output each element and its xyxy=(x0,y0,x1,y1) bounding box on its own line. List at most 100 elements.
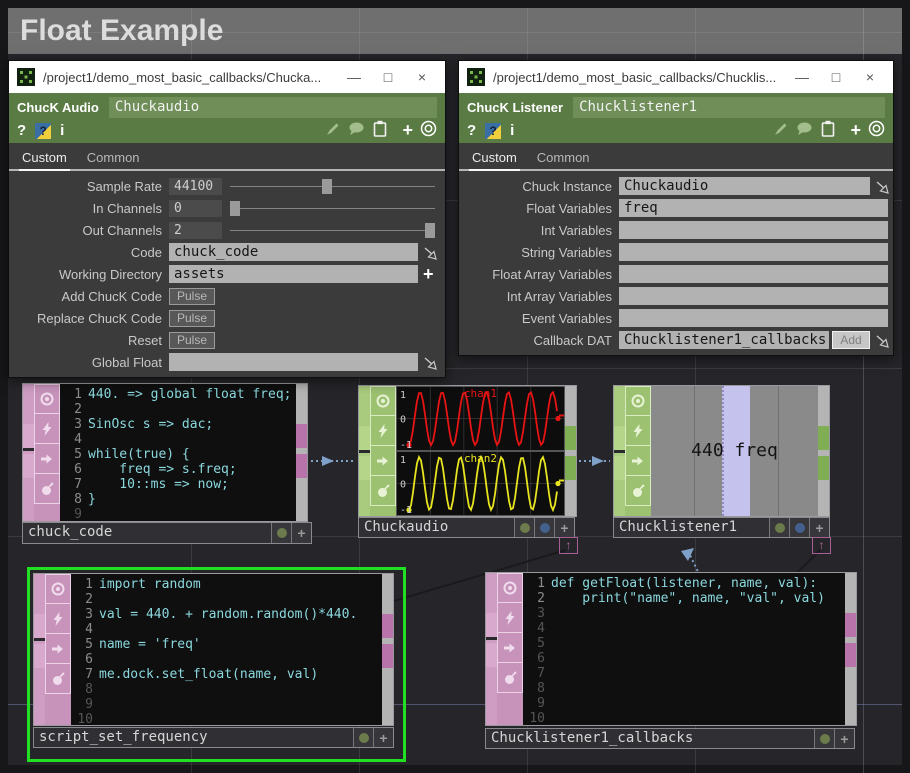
lock-flag-icon[interactable] xyxy=(497,663,523,693)
viewer-flag-icon[interactable] xyxy=(625,386,651,416)
input-connector[interactable] xyxy=(34,644,45,668)
close-button[interactable]: × xyxy=(405,61,439,93)
param-slider[interactable] xyxy=(230,222,435,239)
operator-name-field[interactable]: Chuckaudio xyxy=(109,97,437,118)
comment-icon[interactable] xyxy=(348,121,365,141)
close-button[interactable]: × xyxy=(853,61,887,93)
output-connector[interactable] xyxy=(382,614,393,638)
node-input-connector-column[interactable] xyxy=(359,386,370,516)
param-text-field[interactable] xyxy=(169,353,418,371)
input-connector[interactable] xyxy=(486,613,497,637)
output-connector[interactable] xyxy=(818,426,829,450)
export-flag-icon[interactable] xyxy=(497,633,523,663)
input-connector[interactable] xyxy=(359,426,370,450)
minimize-button[interactable]: — xyxy=(785,61,819,93)
node-script_set_frequency[interactable]: 1import random23val = 440. + random.rand… xyxy=(33,573,394,726)
slider-handle[interactable] xyxy=(230,201,240,216)
green-dot-button[interactable] xyxy=(770,518,790,537)
plus-button[interactable]: + xyxy=(555,518,574,537)
tab-common[interactable]: Common xyxy=(534,146,593,169)
bypass-flag-icon[interactable] xyxy=(497,603,523,633)
param-text-field[interactable]: Chucklistener1_callbacks xyxy=(619,331,829,349)
output-connector[interactable] xyxy=(845,643,856,667)
info-icon[interactable]: i xyxy=(510,123,514,139)
help-icon[interactable]: ? xyxy=(17,123,26,139)
viewer-flag-icon[interactable] xyxy=(370,386,396,416)
viewer-flag-icon[interactable] xyxy=(34,384,60,414)
param-number-field[interactable]: 44100 xyxy=(169,178,222,195)
node-name-field[interactable]: Chuckaudio xyxy=(359,518,515,537)
pulse-button[interactable]: Pulse xyxy=(169,310,215,327)
slider-handle[interactable] xyxy=(425,223,435,238)
operator-name-field[interactable]: Chucklistener1 xyxy=(573,97,885,118)
output-connector[interactable] xyxy=(296,454,307,478)
lock-flag-icon[interactable] xyxy=(625,476,651,506)
window-titlebar[interactable]: /project1/demo_most_basic_callbacks/Chuc… xyxy=(459,61,893,93)
plus-button[interactable]: + xyxy=(292,523,311,543)
info-icon[interactable]: i xyxy=(60,123,64,139)
edit-icon[interactable] xyxy=(773,121,789,142)
node-input-connector-column[interactable] xyxy=(34,574,45,725)
plus-button[interactable]: + xyxy=(810,518,829,537)
param-slider[interactable] xyxy=(230,200,435,217)
target-icon[interactable] xyxy=(868,120,885,142)
tab-common[interactable]: Common xyxy=(84,146,143,169)
blue-dot-button[interactable] xyxy=(535,518,555,537)
input-connector[interactable] xyxy=(23,454,34,478)
param-text-field[interactable] xyxy=(619,309,888,327)
bypass-flag-icon[interactable] xyxy=(625,416,651,446)
clipboard-icon[interactable] xyxy=(372,120,388,142)
add-icon[interactable]: + xyxy=(402,122,413,141)
param-text-field[interactable] xyxy=(619,287,888,305)
green-dot-button[interactable] xyxy=(354,728,374,747)
pulse-button[interactable]: Pulse xyxy=(169,332,215,349)
node-chuck_code[interactable]: 1440. => global float freq;23SinOsc s =>… xyxy=(22,383,308,522)
output-connector[interactable] xyxy=(818,456,829,480)
output-connector[interactable] xyxy=(845,613,856,637)
comment-icon[interactable] xyxy=(796,121,813,141)
slider-handle[interactable] xyxy=(322,179,332,194)
param-text-field[interactable]: freq xyxy=(619,199,888,217)
output-connector[interactable] xyxy=(382,644,393,668)
param-text-field[interactable] xyxy=(619,221,888,239)
input-connector[interactable] xyxy=(34,614,45,638)
add-icon[interactable]: + xyxy=(850,122,861,141)
export-arrow-icon[interactable] xyxy=(421,354,439,371)
node-Chucklistener1_callbacks[interactable]: 1def getFloat(listener, name, val):2 pri… xyxy=(485,572,857,726)
node-name-field[interactable]: Chucklistener1 xyxy=(614,518,770,537)
node-name-field[interactable]: Chucklistener1_callbacks xyxy=(486,729,815,748)
plus-button[interactable]: + xyxy=(374,728,393,747)
edit-icon[interactable] xyxy=(325,121,341,142)
node-input-connector-column[interactable] xyxy=(486,573,497,725)
blue-dot-button[interactable] xyxy=(790,518,810,537)
node-Chuckaudio[interactable]: chan110-1chan210-1 xyxy=(358,385,577,517)
node-input-connector-column[interactable] xyxy=(614,386,625,516)
param-number-field[interactable]: 2 xyxy=(169,222,222,239)
export-arrow-icon[interactable] xyxy=(873,178,891,195)
maximize-button[interactable]: □ xyxy=(819,61,853,93)
param-number-field[interactable]: 0 xyxy=(169,200,222,217)
node-input-connector-column[interactable] xyxy=(23,384,34,521)
pulse-button[interactable]: Pulse xyxy=(169,288,215,305)
export-flag-icon[interactable] xyxy=(625,446,651,476)
python-help-icon[interactable]: ? xyxy=(35,123,51,139)
node-Chucklistener1[interactable]: 440 freq xyxy=(613,385,830,517)
python-help-icon[interactable]: ? xyxy=(485,123,501,139)
param-text-field[interactable]: Chuckaudio xyxy=(619,177,870,195)
node-name-field[interactable]: script_set_frequency xyxy=(34,728,354,747)
tab-custom[interactable]: Custom xyxy=(19,146,70,171)
add-dat-button[interactable]: Add xyxy=(832,331,870,349)
bypass-flag-icon[interactable] xyxy=(34,414,60,444)
param-text-field[interactable]: assets xyxy=(169,265,418,283)
green-dot-button[interactable] xyxy=(515,518,535,537)
maximize-button[interactable]: □ xyxy=(371,61,405,93)
viewer-flag-icon[interactable] xyxy=(497,573,523,603)
export-arrow-icon[interactable] xyxy=(421,244,439,261)
plus-icon[interactable]: + xyxy=(423,265,434,283)
param-slider[interactable] xyxy=(230,178,435,195)
clipboard-icon[interactable] xyxy=(820,120,836,142)
input-connector[interactable] xyxy=(614,456,625,480)
output-connector[interactable] xyxy=(296,424,307,448)
export-arrow-icon[interactable] xyxy=(873,332,891,349)
lock-flag-icon[interactable] xyxy=(370,476,396,506)
